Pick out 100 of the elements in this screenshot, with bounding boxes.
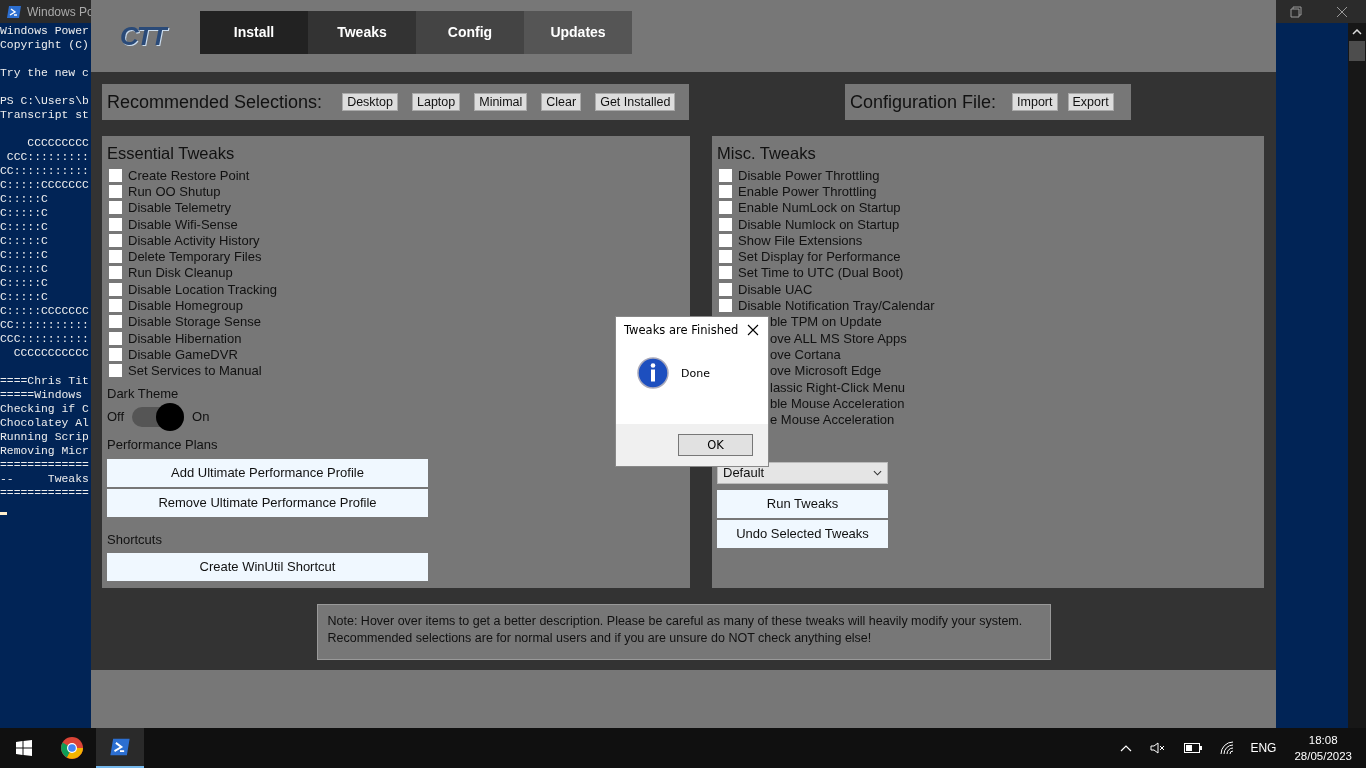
checkbox[interactable] [719, 233, 732, 247]
checkbox-label[interactable]: Disable Location Tracking [128, 281, 277, 297]
checkbox[interactable] [109, 168, 122, 182]
clock-time[interactable]: 18:08 [1308, 732, 1338, 748]
checkbox-label[interactable]: Create Restore Point [128, 167, 250, 183]
checkbox-label[interactable]: ble Mouse Acceleration [770, 395, 905, 411]
checkbox[interactable] [109, 282, 122, 296]
checkbox[interactable] [109, 299, 122, 312]
checkbox-label[interactable]: Show File Extensions [738, 232, 863, 248]
action-button[interactable]: Run Tweaks [717, 489, 888, 518]
checkbox[interactable] [719, 266, 732, 280]
checkbox-label[interactable]: Disable Wifi-Sense [128, 216, 238, 232]
checkbox-label[interactable]: lassic Right-Click Menu [770, 379, 906, 395]
checkbox[interactable] [109, 250, 122, 264]
checkbox-label[interactable]: Run Disk Cleanup [128, 265, 233, 281]
checkbox[interactable] [109, 315, 122, 329]
section-label: Configuration File: [850, 91, 997, 113]
tab[interactable]: Updates [524, 10, 632, 54]
checkbox[interactable] [109, 184, 122, 198]
tab[interactable]: Tweaks [308, 10, 416, 54]
checkbox[interactable] [109, 233, 122, 247]
action-button[interactable]: Create WinUtil Shortcut [107, 552, 428, 581]
dialog-message: Done [681, 366, 710, 380]
checkbox-label[interactable]: Delete Temporary Files [128, 249, 262, 265]
checkbox-label[interactable]: Disable Hibernation [128, 330, 242, 346]
preset-button[interactable]: Minimal [474, 93, 528, 111]
action-button[interactable]: Remove Ultimate Performance Profile [107, 488, 428, 517]
checkbox-label[interactable]: Set Time to UTC (Dual Boot) [738, 265, 904, 281]
preset-button[interactable]: Clear [541, 93, 582, 111]
language-indicator[interactable]: ENG [1250, 741, 1277, 755]
clock-date[interactable]: 28/05/2023 [1294, 748, 1352, 764]
terminal-line: C:::::C [0, 276, 48, 290]
action-button[interactable]: Undo Selected Tweaks [717, 519, 888, 548]
chrome-icon [60, 736, 84, 760]
scroll-up-icon[interactable] [1352, 29, 1362, 35]
checkbox[interactable] [719, 168, 732, 182]
checkbox-label[interactable]: Set Display for Performance [738, 249, 901, 265]
chevron-up-icon[interactable] [1120, 744, 1133, 752]
taskbar-app[interactable] [96, 728, 144, 768]
tab[interactable]: Config [416, 10, 524, 54]
windows-start-icon[interactable] [16, 740, 32, 756]
checkbox-label[interactable]: Disable GameDVR [128, 346, 238, 362]
terminal-line: CCCCCCCCCCC [12, 346, 89, 360]
speaker-muted-icon[interactable] [1150, 741, 1167, 755]
config-button[interactable]: Import [1012, 93, 1058, 111]
preset-button[interactable]: Laptop [412, 93, 461, 111]
terminal-line: =====Windows [0, 388, 83, 402]
terminal-line: CC::::::::::: [0, 318, 89, 332]
tab[interactable]: Install [200, 10, 308, 54]
checkbox[interactable] [109, 364, 122, 378]
scroll-thumb[interactable] [1349, 41, 1365, 61]
checkbox[interactable] [109, 347, 122, 361]
scrollbar[interactable] [1348, 23, 1366, 728]
action-button[interactable]: Add Ultimate Performance Profile [107, 458, 428, 487]
terminal-line: C:::::C [0, 248, 48, 262]
checkbox-label[interactable]: Disable Power Throttling [738, 167, 880, 183]
checkbox[interactable] [109, 266, 122, 280]
preset-button[interactable]: Get Installed [595, 93, 676, 111]
checkbox[interactable] [719, 250, 732, 264]
checkbox[interactable] [719, 282, 732, 296]
ok-button[interactable]: OK [678, 434, 753, 456]
checkbox-label[interactable]: ove Microsoft Edge [770, 363, 882, 379]
checkbox[interactable] [719, 184, 732, 198]
checkbox[interactable] [719, 201, 732, 215]
checkbox-label[interactable]: ove ALL MS Store Apps [770, 330, 907, 346]
toggle-on-label: On [192, 409, 210, 425]
terminal-line: Running Scrip [0, 430, 89, 444]
checkbox-label[interactable]: Disable Storage Sense [128, 314, 261, 330]
checkbox[interactable] [109, 201, 122, 215]
close-icon[interactable] [747, 324, 759, 336]
terminal-line: Windows Power [0, 24, 89, 38]
terminal-line: CCC:::::::::: [0, 332, 89, 346]
checkbox-label[interactable]: Set Services to Manual [128, 363, 262, 379]
checkbox[interactable] [109, 217, 122, 231]
checkbox-label[interactable]: Run OO Shutup [128, 183, 221, 199]
terminal-line: C:::::C [0, 192, 48, 206]
checkbox-label[interactable]: ble TPM on Update [770, 314, 882, 330]
dropdown[interactable]: Default [717, 461, 888, 484]
checkbox[interactable] [719, 299, 732, 312]
battery-icon[interactable] [1184, 743, 1203, 753]
checkbox-label[interactable]: Disable Numlock on Startup [738, 216, 900, 232]
terminal-line: CCCCCCCCC [26, 136, 89, 150]
terminal-line: C:::::CCCCCCC [0, 178, 89, 192]
checkbox-label[interactable]: Disable Activity History [128, 232, 260, 248]
checkbox-label[interactable]: Enable Power Throttling [738, 183, 877, 199]
checkbox[interactable] [719, 217, 732, 231]
checkbox-label[interactable]: e Mouse Acceleration [770, 412, 895, 428]
checkbox-label[interactable]: Enable NumLock on Startup [738, 200, 901, 216]
checkbox-label[interactable]: Disable UAC [738, 281, 813, 297]
restore-icon[interactable] [1290, 5, 1302, 18]
checkbox-label[interactable]: Disable Homegroup [128, 298, 243, 313]
checkbox[interactable] [109, 331, 122, 345]
checkbox-label[interactable]: Disable Notification Tray/Calendar [738, 298, 935, 313]
checkbox-label[interactable]: Disable Telemetry [128, 200, 232, 216]
checkbox-label[interactable]: ove Cortana [770, 346, 841, 362]
preset-button[interactable]: Desktop [342, 93, 398, 111]
terminal-line: Checking if C [0, 402, 89, 416]
terminal-line: Chocolatey Al [0, 416, 89, 430]
panel-title: Essential Tweaks [107, 144, 235, 163]
config-button[interactable]: Export [1067, 93, 1114, 111]
